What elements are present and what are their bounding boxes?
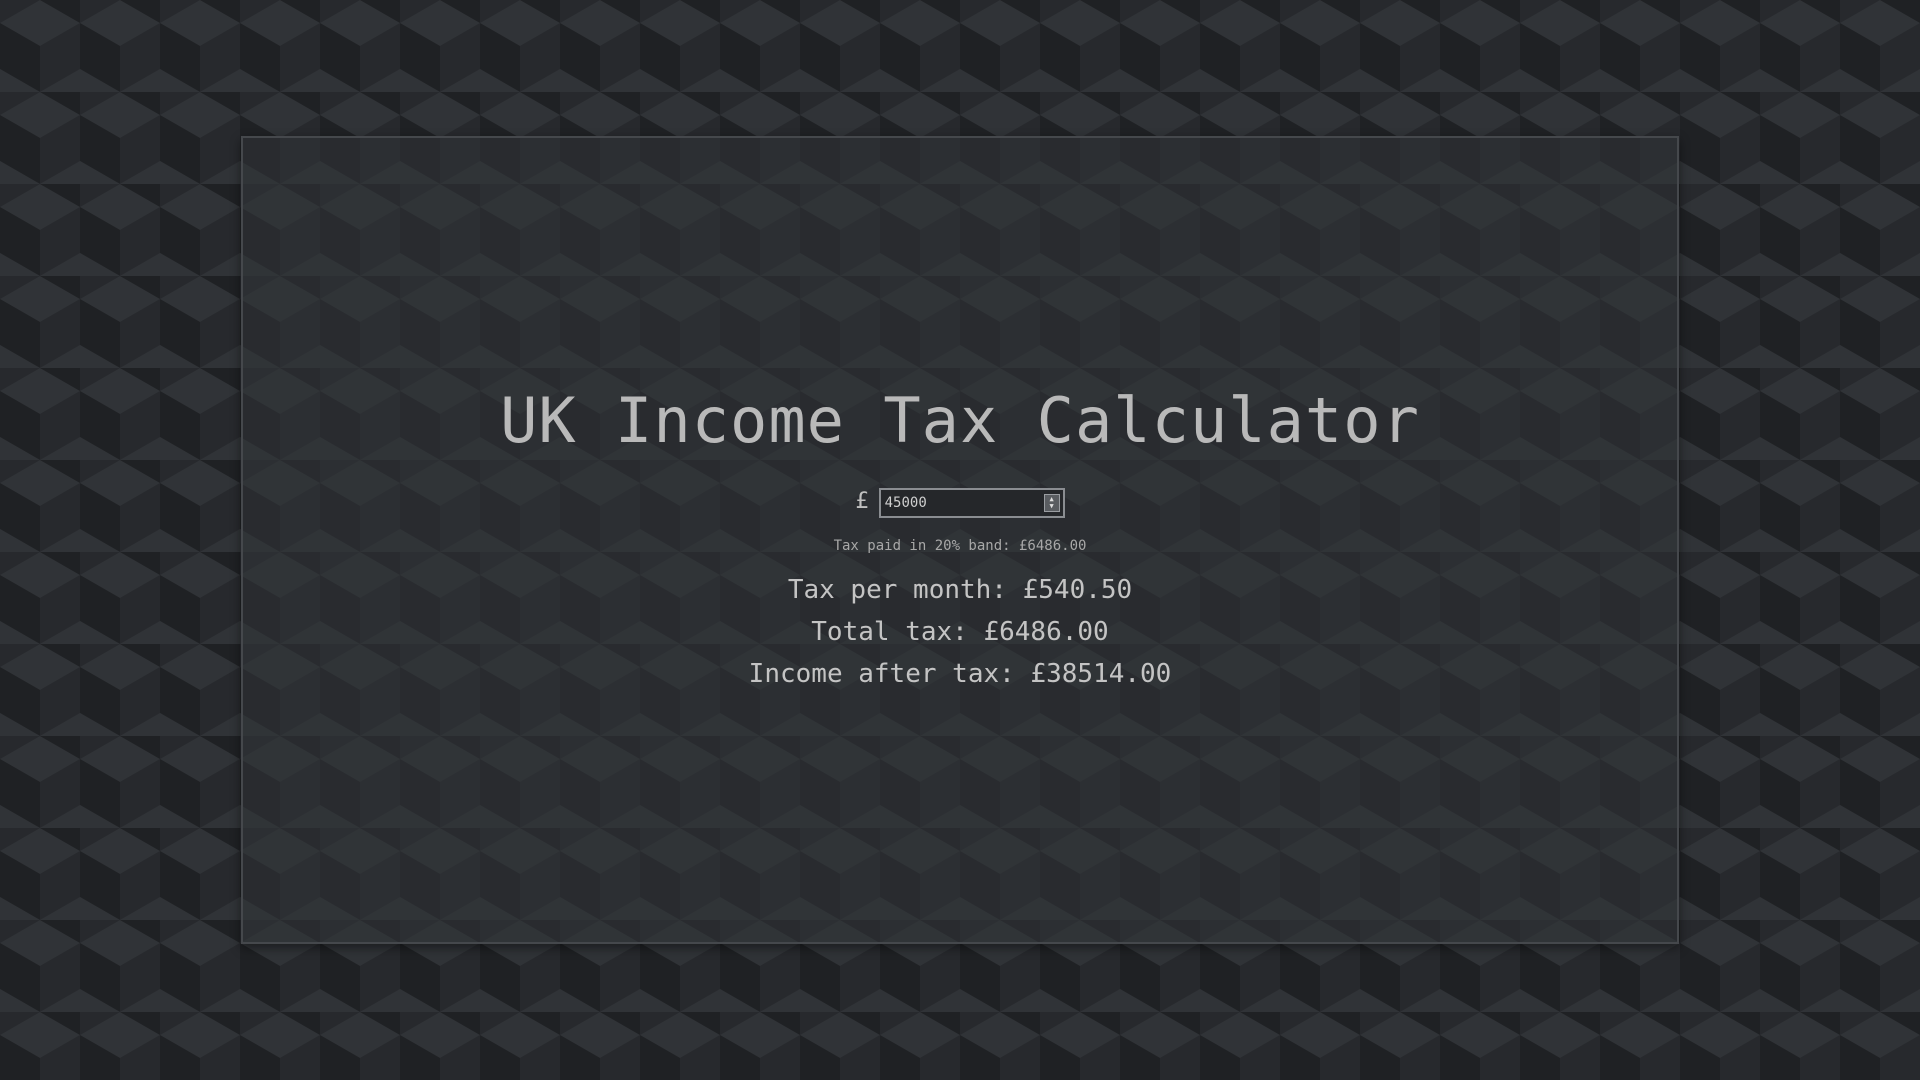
total-tax: Total tax: £6486.00 — [811, 617, 1109, 647]
income-input-value[interactable]: 45000 — [881, 495, 1044, 511]
stepper-down-icon[interactable]: ▼ — [1050, 503, 1054, 510]
number-stepper[interactable]: ▲ ▼ — [1043, 494, 1060, 512]
income-input[interactable]: 45000 ▲ ▼ — [878, 488, 1065, 518]
income-after-tax: Income after tax: £38514.00 — [748, 659, 1172, 689]
page-title: UK Income Tax Calculator — [500, 384, 1420, 457]
income-input-row: £ 45000 ▲ ▼ — [243, 488, 1677, 518]
currency-symbol: £ — [855, 488, 869, 514]
calculator-panel: UK Income Tax Calculator £ 45000 ▲ ▼ Tax… — [241, 136, 1679, 944]
band-breakdown: Tax paid in 20% band: £6486.00 — [833, 538, 1087, 554]
tax-per-month: Tax per month: £540.50 — [787, 575, 1133, 605]
